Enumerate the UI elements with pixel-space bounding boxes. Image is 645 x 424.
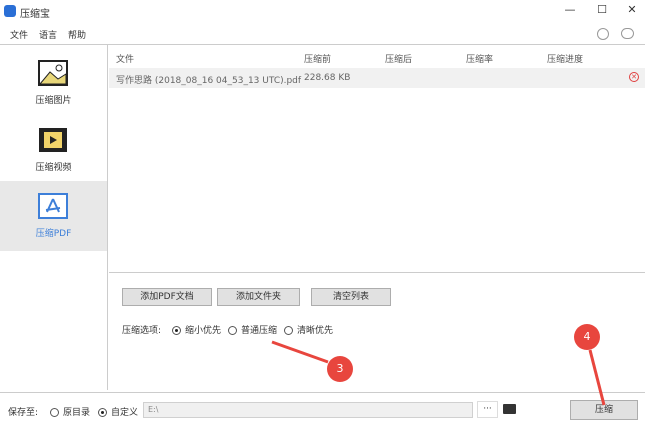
annotation-badge-4: 4 bbox=[574, 324, 600, 350]
arrow-4 bbox=[588, 349, 606, 406]
annotation-badge-3: 3 bbox=[327, 356, 353, 382]
annotation-arrows bbox=[271, 340, 606, 406]
arrow-3 bbox=[271, 340, 329, 364]
